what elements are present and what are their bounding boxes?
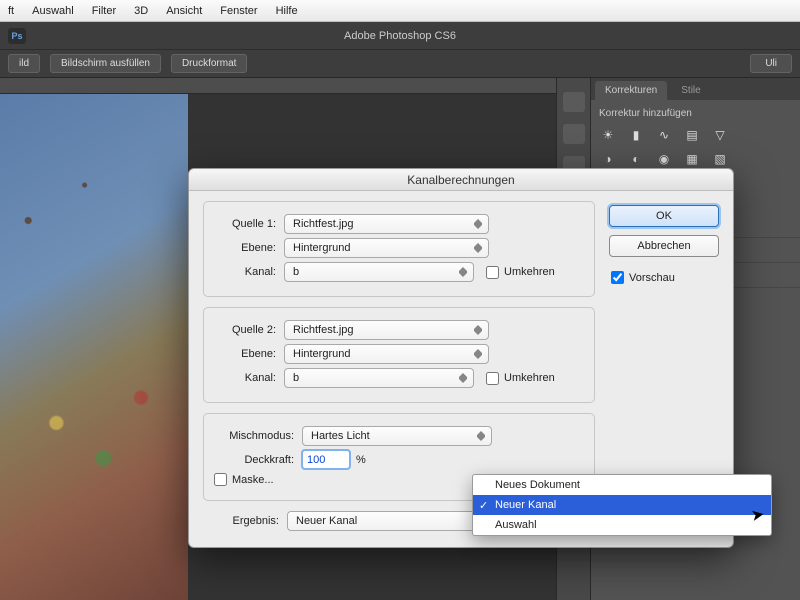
levels-icon[interactable]: ▮ — [627, 127, 645, 143]
source1-select[interactable]: Richtfest.jpg — [284, 214, 489, 234]
preview-checkbox[interactable]: Vorschau — [611, 271, 719, 284]
document-canvas[interactable] — [0, 94, 188, 600]
opacity-label: Deckkraft: — [214, 454, 302, 466]
dropdown-option-selection[interactable]: Auswahl — [473, 515, 771, 535]
blend-label: Mischmodus: — [214, 430, 302, 442]
channel-mixer-icon[interactable]: ▦ — [683, 151, 701, 167]
source1-invert-checkbox[interactable]: Umkehren — [486, 266, 555, 279]
app-title-bar: Ps Adobe Photoshop CS6 — [0, 22, 800, 50]
source2-channel-select[interactable]: b — [284, 368, 474, 388]
add-adjustment-label: Korrektur hinzufügen — [599, 108, 792, 119]
menu-item[interactable]: 3D — [134, 5, 148, 17]
result-dropdown[interactable]: Neues Dokument Neuer Kanal Auswahl — [472, 474, 772, 536]
options-bar: ild Bildschirm ausfüllen Druckformat Uli — [0, 50, 800, 78]
opacity-input[interactable] — [302, 450, 350, 469]
source1-label: Quelle 1: — [214, 218, 284, 230]
hue-icon[interactable]: ◑ — [599, 151, 617, 167]
result-label: Ergebnis: — [203, 515, 287, 527]
menu-item[interactable]: Filter — [92, 5, 116, 17]
menu-item[interactable]: Fenster — [220, 5, 257, 17]
layer-label: Ebene: — [214, 348, 284, 360]
percent-label: % — [356, 454, 366, 466]
cancel-button[interactable]: Abbrechen — [609, 235, 719, 257]
menu-item[interactable]: Ansicht — [166, 5, 202, 17]
source2-select[interactable]: Richtfest.jpg — [284, 320, 489, 340]
calculations-dialog: Kanalberechnungen Quelle 1: Richtfest.jp… — [188, 168, 734, 548]
vibrance-icon[interactable]: ▽ — [711, 127, 729, 143]
panel-icon[interactable] — [563, 124, 585, 144]
panel-tabs: Korrekturen Stile — [591, 78, 800, 100]
dialog-title: Kanalberechnungen — [189, 169, 733, 191]
source2-label: Quelle 2: — [214, 324, 284, 336]
tab-styles[interactable]: Stile — [671, 81, 710, 100]
channel-label: Kanal: — [214, 266, 284, 278]
source2-group: Quelle 2: Richtfest.jpg Ebene: Hintergru… — [203, 307, 595, 403]
mask-checkbox[interactable]: Maske... — [214, 473, 274, 486]
source1-layer-select[interactable]: Hintergrund — [284, 238, 489, 258]
toolbar-button-print-size[interactable]: Druckformat — [171, 54, 247, 73]
panel-icon[interactable] — [563, 92, 585, 112]
app-title: Adobe Photoshop CS6 — [344, 30, 456, 42]
brightness-icon[interactable]: ☀ — [599, 127, 617, 143]
tab-adjustments[interactable]: Korrekturen — [595, 81, 667, 100]
ok-button[interactable]: OK — [609, 205, 719, 227]
toolbar-button[interactable]: ild — [8, 54, 40, 73]
source2-layer-select[interactable]: Hintergrund — [284, 344, 489, 364]
bw-icon[interactable]: ◐ — [627, 151, 645, 167]
menu-item[interactable]: Hilfe — [276, 5, 298, 17]
toolbar-button-fit-screen[interactable]: Bildschirm ausfüllen — [50, 54, 161, 73]
curves-icon[interactable]: ∿ — [655, 127, 673, 143]
lookup-icon[interactable]: ▧ — [711, 151, 729, 167]
ruler-horizontal — [0, 78, 590, 94]
menu-item[interactable]: ft — [8, 5, 14, 17]
menubar: ft Auswahl Filter 3D Ansicht Fenster Hil… — [0, 0, 800, 22]
source2-invert-checkbox[interactable]: Umkehren — [486, 372, 555, 385]
ps-logo: Ps — [8, 28, 26, 44]
dropdown-option-new-document[interactable]: Neues Dokument — [473, 475, 771, 495]
menu-item[interactable]: Auswahl — [32, 5, 74, 17]
channel-label: Kanal: — [214, 372, 284, 384]
layer-label: Ebene: — [214, 242, 284, 254]
blend-mode-select[interactable]: Hartes Licht — [302, 426, 492, 446]
source1-channel-select[interactable]: b — [284, 262, 474, 282]
workspace-switcher[interactable]: Uli — [750, 54, 792, 73]
photo-filter-icon[interactable]: ◉ — [655, 151, 673, 167]
dropdown-option-new-channel[interactable]: Neuer Kanal — [473, 495, 771, 515]
exposure-icon[interactable]: ▤ — [683, 127, 701, 143]
source1-group: Quelle 1: Richtfest.jpg Ebene: Hintergru… — [203, 201, 595, 297]
